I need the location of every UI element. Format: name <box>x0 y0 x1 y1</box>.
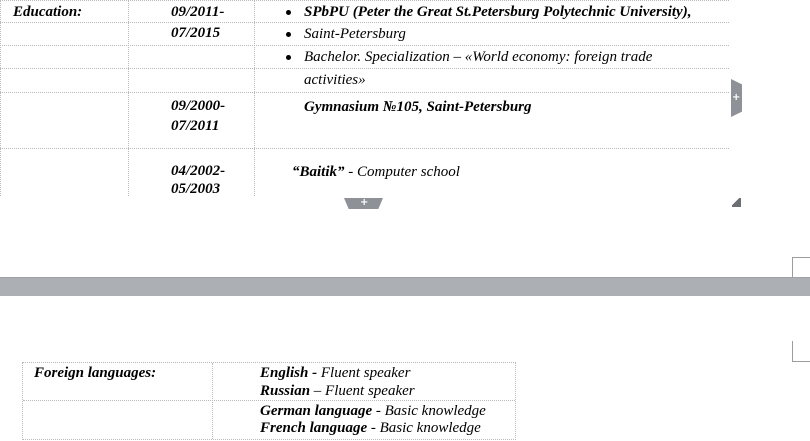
specialization-line2: activities» <box>304 72 366 88</box>
language-level: - Basic knowledge <box>372 403 486 419</box>
language-item: English - Fluent speaker <box>260 364 410 382</box>
table-row-divider <box>0 68 729 69</box>
university-name: SPbPU (Peter the Great St.Petersburg Pol… <box>304 4 692 20</box>
table-row-divider <box>0 0 729 1</box>
bullet-icon <box>286 10 291 15</box>
table-row-divider <box>23 400 515 401</box>
period-start: 09/2011- <box>171 4 225 20</box>
language-name: German language <box>260 403 373 419</box>
languages-table: Foreign languages: English - Fluent spea… <box>22 362 516 440</box>
page-separator <box>0 277 810 297</box>
period-start: 04/2002- <box>171 163 226 179</box>
university-city: Saint-Petersburg <box>304 26 406 42</box>
table-resize-handle[interactable] <box>732 198 741 207</box>
computer-school: “Baitik” - Computer school <box>292 163 460 181</box>
add-row-handle[interactable]: + <box>731 79 742 117</box>
page-corner-mark <box>792 341 810 362</box>
table-border-left <box>0 0 1 196</box>
computer-school-name: “Baitik” <box>292 164 345 180</box>
add-column-handle[interactable]: + <box>344 198 383 209</box>
language-item: German language - Basic knowledge <box>260 402 486 420</box>
plus-icon: + <box>360 197 369 208</box>
document-page-top: Education: 09/2011- 07/2015 SPbPU (Peter… <box>0 0 810 278</box>
table-row-divider <box>0 22 729 23</box>
language-level: Fluent speaker <box>317 365 411 381</box>
table-row-divider <box>0 92 729 93</box>
languages-label: Foreign languages: <box>34 365 157 381</box>
language-level: - Basic knowledge <box>367 420 481 436</box>
education-label: Education: <box>13 4 83 20</box>
specialization-line1: Bachelor. Specialization – «World econom… <box>304 49 653 65</box>
language-name: Russian <box>260 383 311 399</box>
table-row-divider <box>0 45 729 46</box>
table-column-divider <box>212 363 213 439</box>
table-column-divider <box>254 0 255 196</box>
bullet-icon <box>286 55 291 60</box>
table-column-divider <box>128 0 129 196</box>
period-start: 09/2000- <box>171 98 226 114</box>
language-item: French language - Basic knowledge <box>260 419 481 437</box>
plus-icon: + <box>732 92 741 103</box>
language-name: French language <box>260 420 368 436</box>
computer-school-desc: - Computer school <box>344 164 460 180</box>
language-item: Russian – Fluent speaker <box>260 382 415 400</box>
table-row-divider <box>0 148 729 149</box>
period-end: 07/2011 <box>171 118 220 134</box>
school-name: Gymnasium №105, Saint-Petersburg <box>304 99 532 115</box>
language-level: – Fluent speaker <box>310 383 415 399</box>
language-name: English - <box>260 365 318 381</box>
period-end: 07/2015 <box>171 25 221 41</box>
period-end: 05/2003 <box>171 181 221 197</box>
page-corner-mark <box>792 257 810 278</box>
bullet-icon <box>286 32 291 37</box>
